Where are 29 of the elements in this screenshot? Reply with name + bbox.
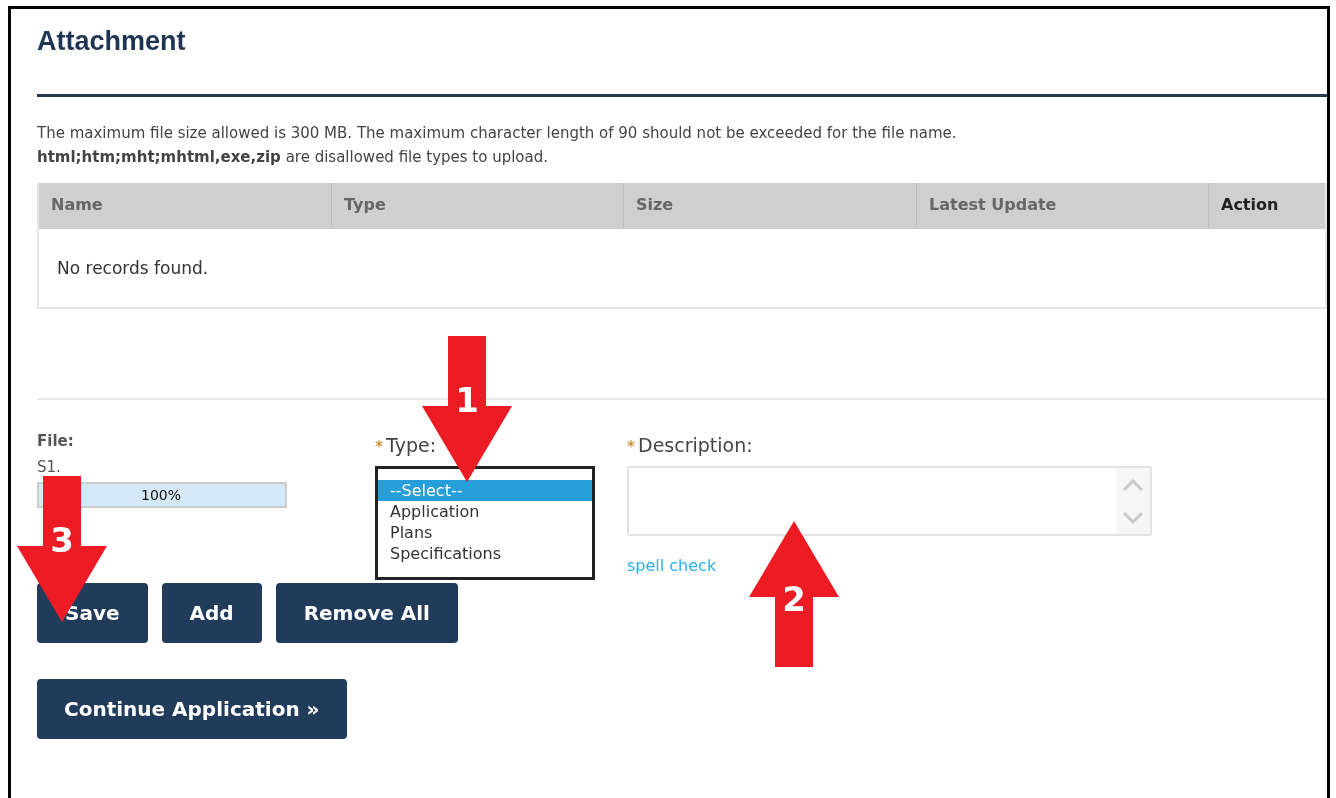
scroll-up-icon[interactable]: [1122, 477, 1144, 492]
description-field[interactable]: [627, 466, 1152, 536]
step-number: 3: [49, 520, 75, 560]
action-button[interactable]: Add: [161, 583, 262, 643]
required-mark: *: [627, 437, 635, 456]
action-button[interactable]: Remove All: [275, 583, 458, 643]
type-label: Type:: [386, 434, 437, 456]
scroll-down-icon[interactable]: [1122, 510, 1144, 525]
file-label: File:: [37, 432, 75, 452]
empty-message: No records found.: [57, 258, 209, 278]
type-listbox[interactable]: --Select-- Application Plans Specifications: [375, 466, 595, 580]
list-option[interactable]: Specifications: [378, 543, 592, 564]
required-mark: *: [375, 437, 383, 456]
list-option[interactable]: Application: [378, 501, 592, 522]
progress-text: 100%: [141, 487, 182, 503]
description-label: Description:: [638, 434, 753, 456]
file-name: S1.: [37, 458, 62, 478]
column-header: Name: [39, 183, 332, 229]
list-option[interactable]: Plans: [378, 522, 592, 543]
continue-button[interactable]: Continue Application »: [37, 679, 347, 739]
step-number: 2: [781, 579, 807, 619]
column-header: Size: [624, 183, 917, 229]
column-header: Type: [332, 183, 624, 229]
notice-text: html;htm;mht;mhtml,exe,zip are disallowed file types to upload.: [37, 147, 550, 167]
column-header: Action: [1220, 194, 1280, 216]
page-title: Attachment: [37, 25, 187, 58]
column-header: Latest Update: [917, 183, 1209, 229]
notice-text: The maximum file size allowed is 300 MB. The maximum character length of 90 should not be exceeded for the file name.: [37, 123, 958, 143]
step-number: 1: [454, 380, 480, 420]
